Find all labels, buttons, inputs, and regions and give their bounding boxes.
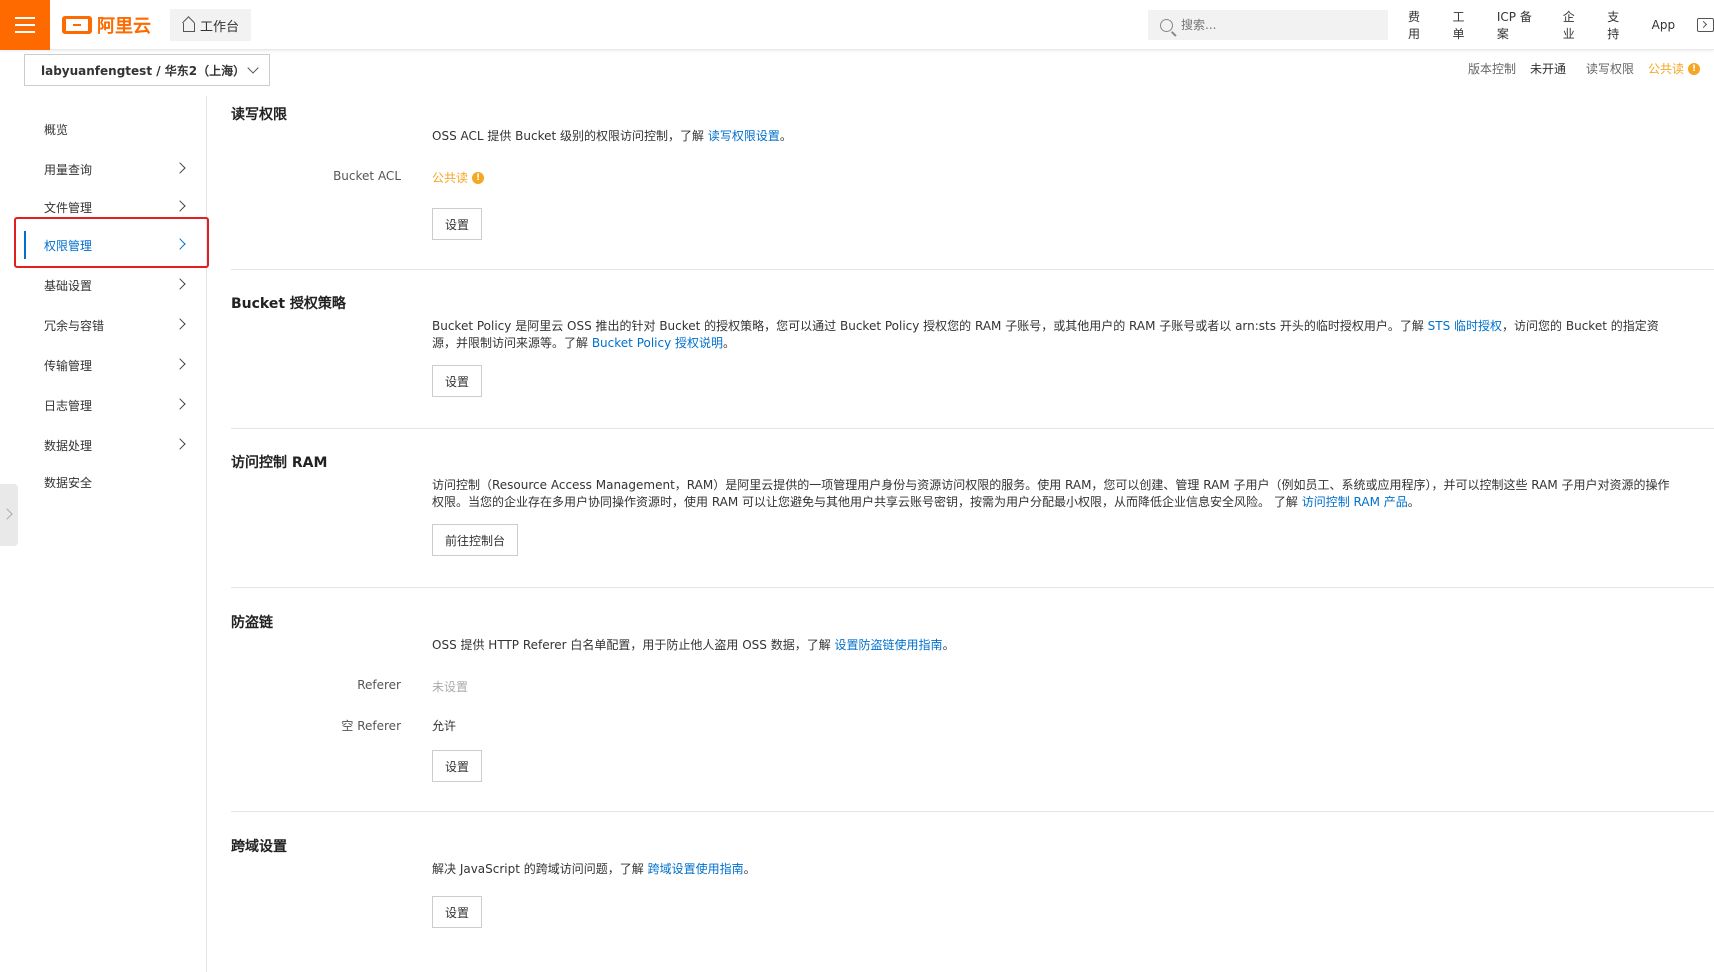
divider xyxy=(231,428,1714,429)
cors-settings-button[interactable]: 设置 xyxy=(432,896,483,928)
sidebar-item-basic-settings[interactable]: 基础设置 xyxy=(24,267,204,303)
version-control-label: 版本控制 xyxy=(1467,62,1516,76)
top-link-billing[interactable]: 费用 xyxy=(1408,8,1430,42)
policy-settings-button[interactable]: 设置 xyxy=(432,365,483,397)
section-description: OSS ACL 提供 Bucket 级别的权限访问控制，了解 读写权限设置。 xyxy=(432,129,792,143)
section-title: 读写权限 xyxy=(231,107,287,123)
policy-help-link[interactable]: Bucket Policy 授权说明 xyxy=(592,336,723,350)
sts-help-link[interactable]: STS 临时授权 xyxy=(1428,319,1502,333)
search-icon xyxy=(1160,18,1173,32)
empty-referer-label: 空 Referer xyxy=(341,719,401,733)
sidebar-item-label: 数据安全 xyxy=(44,475,93,490)
search-input[interactable] xyxy=(1181,18,1371,32)
sidebar-item-permissions[interactable]: 权限管理 xyxy=(24,227,204,263)
bucket-acl-value: 公共读 ! xyxy=(432,169,485,186)
top-link-icp[interactable]: ICP 备案 xyxy=(1497,8,1541,42)
sidebar-item-data-security[interactable]: 数据安全 xyxy=(24,464,204,500)
sidebar-item-label: 概览 xyxy=(44,122,69,137)
chevron-right-icon xyxy=(174,238,186,250)
acl-value: 公共读 xyxy=(1647,62,1684,76)
sidebar-item-label: 冗余与容错 xyxy=(44,318,105,333)
chevron-down-icon xyxy=(247,62,259,74)
chevron-right-icon xyxy=(174,318,186,330)
sidebar-item-label: 用量查询 xyxy=(44,162,93,177)
hamburger-menu-icon[interactable] xyxy=(0,0,50,50)
section-description: OSS 提供 HTTP Referer 白名单配置，用于防止他人盗用 OSS 数… xyxy=(432,638,955,652)
sidebar-item-overview[interactable]: 概览 xyxy=(24,111,204,147)
bucket-meta: 版本控制 未开通 读写权限 公共读 ! xyxy=(1468,60,1700,77)
top-link-support[interactable]: 支持 xyxy=(1607,8,1629,42)
home-icon xyxy=(182,19,195,32)
warning-icon: ! xyxy=(1688,62,1700,75)
acl-status: 公共读 ! xyxy=(1648,60,1700,77)
referer-settings-button[interactable]: 设置 xyxy=(432,750,483,782)
section-title: 防盗链 xyxy=(231,615,273,631)
acl-label: 读写权限 xyxy=(1585,62,1634,76)
sidebar-collapse-handle[interactable] xyxy=(0,484,18,546)
section-title: Bucket 授权策略 xyxy=(231,296,346,312)
sidebar-item-files[interactable]: 文件管理 xyxy=(24,189,204,225)
chevron-right-icon xyxy=(174,200,186,212)
sidebar-item-label: 基础设置 xyxy=(44,278,93,293)
warning-icon: ! xyxy=(472,171,485,184)
section-description: Bucket Policy 是阿里云 OSS 推出的针对 Bucket 的授权策… xyxy=(432,319,1659,350)
chevron-right-icon xyxy=(174,278,186,290)
chevron-right-icon xyxy=(174,438,186,450)
top-links: 费用 工单 ICP 备案 企业 支持 App xyxy=(1408,0,1714,50)
sidebar-item-usage[interactable]: 用量查询 xyxy=(24,151,204,187)
ram-help-link[interactable]: 访问控制 RAM 产品 xyxy=(1302,495,1408,509)
sidebar-item-transfer[interactable]: 传输管理 xyxy=(24,347,204,383)
sidebar-item-redundancy[interactable]: 冗余与容错 xyxy=(24,307,204,343)
aliyun-logo-icon xyxy=(62,16,92,34)
section-title: 访问控制 RAM xyxy=(231,455,328,471)
cloud-shell-icon[interactable] xyxy=(1697,18,1714,32)
referer-value: 未设置 xyxy=(432,680,469,694)
sidebar-item-label: 数据处理 xyxy=(44,438,93,453)
sidebar-item-label: 传输管理 xyxy=(44,358,93,373)
workbench-label: 工作台 xyxy=(200,19,240,35)
sidebar-item-label: 日志管理 xyxy=(44,398,93,413)
chevron-right-icon xyxy=(174,162,186,174)
sidebar-item-logging[interactable]: 日志管理 xyxy=(24,387,204,423)
chevron-right-icon xyxy=(174,358,186,370)
ram-console-button[interactable]: 前往控制台 xyxy=(432,524,519,556)
bucket-region-selector[interactable]: labyuanfengtest / 华东2（上海） xyxy=(24,54,270,86)
empty-referer-value: 允许 xyxy=(432,719,457,733)
aliyun-logo[interactable]: 阿里云 xyxy=(62,13,151,37)
top-navigation-bar: 阿里云 工作台 费用 工单 ICP 备案 企业 支持 App xyxy=(0,0,1714,50)
divider xyxy=(231,269,1714,270)
sidebar-item-data-processing[interactable]: 数据处理 xyxy=(24,427,204,463)
bucket-acl-label: Bucket ACL xyxy=(333,169,401,183)
acl-settings-button[interactable]: 设置 xyxy=(432,208,483,240)
section-description: 解决 JavaScript 的跨域访问问题，了解 跨域设置使用指南。 xyxy=(432,862,756,876)
divider xyxy=(231,587,1714,588)
sidebar-item-label: 权限管理 xyxy=(44,238,93,253)
search-box[interactable] xyxy=(1148,10,1388,40)
cors-help-link[interactable]: 跨域设置使用指南 xyxy=(648,862,744,876)
sidebar-item-label: 文件管理 xyxy=(44,200,93,215)
section-title: 跨域设置 xyxy=(231,839,287,855)
version-control-value: 未开通 xyxy=(1529,62,1566,76)
bucket-selector-label: labyuanfengtest / 华东2（上海） xyxy=(41,63,246,78)
acl-help-link[interactable]: 读写权限设置 xyxy=(708,129,780,143)
top-link-tickets[interactable]: 工单 xyxy=(1452,8,1474,42)
referer-label: Referer xyxy=(357,678,401,692)
divider xyxy=(231,811,1714,812)
referer-help-link[interactable]: 设置防盗链使用指南 xyxy=(835,638,943,652)
workbench-button[interactable]: 工作台 xyxy=(170,9,252,41)
top-link-enterprise[interactable]: 企业 xyxy=(1563,8,1585,42)
section-description: 访问控制（Resource Access Management，RAM）是阿里云… xyxy=(432,478,1670,509)
logo-text: 阿里云 xyxy=(97,16,151,37)
top-link-app[interactable]: App xyxy=(1652,18,1675,32)
chevron-right-icon xyxy=(174,398,186,410)
